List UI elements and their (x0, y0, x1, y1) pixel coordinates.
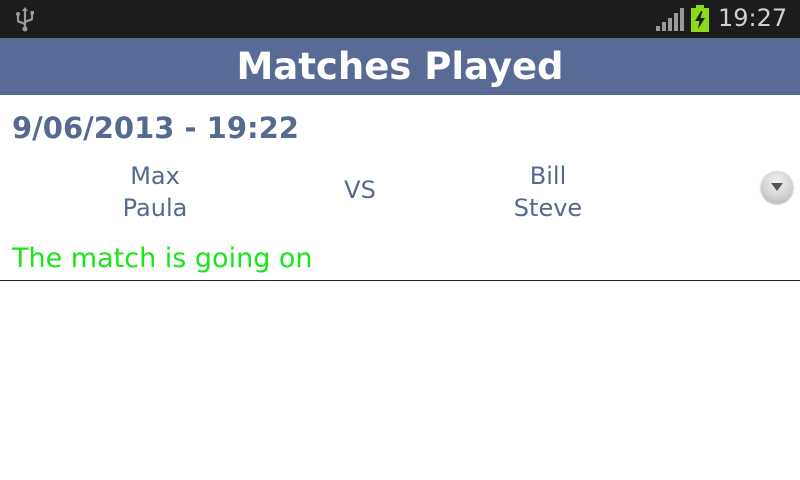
player-name: Bill (529, 162, 567, 190)
chevron-down-icon (771, 183, 783, 191)
title-bar: Matches Played (0, 38, 800, 95)
status-bar: 19:27 (0, 0, 800, 38)
list-item[interactable]: 9/06/2013 - 19:22 Max Paula VS Bill Stev… (0, 95, 800, 281)
team-b: Bill Steve (448, 160, 648, 224)
signal-icon (656, 8, 684, 31)
expand-button[interactable] (761, 171, 793, 203)
team-a: Max Paula (55, 160, 255, 224)
vs-label: VS (344, 176, 376, 204)
usb-icon (16, 7, 34, 32)
page-title: Matches Played (236, 45, 564, 88)
match-status: The match is going on (12, 243, 313, 274)
status-clock: 19:27 (718, 4, 788, 32)
match-datetime: 9/06/2013 - 19:22 (12, 111, 299, 145)
player-name: Paula (122, 194, 188, 222)
battery-charging-icon (691, 5, 709, 32)
player-name: Max (130, 162, 180, 190)
player-name: Steve (513, 194, 583, 222)
